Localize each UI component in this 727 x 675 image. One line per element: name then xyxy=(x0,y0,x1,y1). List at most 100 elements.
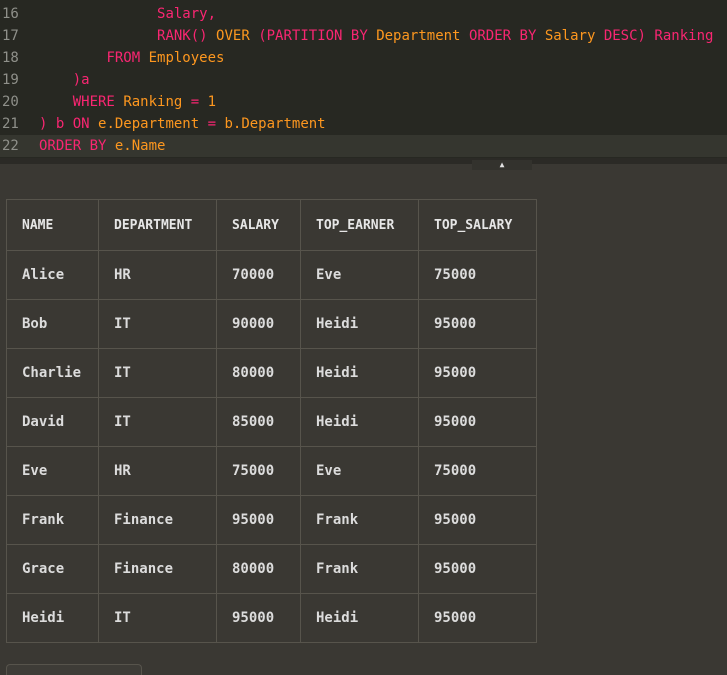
code-token: = xyxy=(199,116,225,132)
sql-editor[interactable]: 16 Salary, 17 RANK() OVER (PARTITION BY D… xyxy=(0,0,727,158)
cell-salary: 95000 xyxy=(216,495,301,545)
code-text: WHERE Ranking = 1 xyxy=(39,91,216,113)
table-header-row: NAME DEPARTMENT SALARY TOP_EARNER TOP_SA… xyxy=(6,199,537,251)
column-header-salary[interactable]: SALARY xyxy=(216,199,301,251)
code-text: Salary, xyxy=(39,3,216,25)
cell-top-earner: Heidi xyxy=(300,299,419,349)
code-text: )a xyxy=(39,69,90,91)
code-line[interactable]: 19 )a xyxy=(0,69,727,91)
cell-top-salary: 95000 xyxy=(418,495,537,545)
column-header-department[interactable]: DEPARTMENT xyxy=(98,199,217,251)
bottom-panel-tab[interactable] xyxy=(6,664,142,675)
code-token: ORDER BY xyxy=(468,28,537,44)
cell-salary: 70000 xyxy=(216,250,301,300)
cell-top-earner: Eve xyxy=(300,250,419,300)
cell-department: IT xyxy=(98,397,217,447)
cell-top-earner: Eve xyxy=(300,446,419,496)
cell-top-earner: Heidi xyxy=(300,348,419,398)
table-row[interactable]: Charlie IT 80000 Heidi 95000 xyxy=(6,348,537,398)
code-token: Ranking xyxy=(123,94,183,110)
cell-department: HR xyxy=(98,250,217,300)
code-token: RANK() xyxy=(157,28,208,44)
cell-department: HR xyxy=(98,446,217,496)
cell-department: IT xyxy=(98,299,217,349)
table-row[interactable]: Bob IT 90000 Heidi 95000 xyxy=(6,299,537,349)
cell-top-salary: 95000 xyxy=(418,544,537,594)
code-line[interactable]: 21 ) b ON e.Department = b.Department xyxy=(0,113,727,135)
code-line[interactable]: 17 RANK() OVER (PARTITION BY Department … xyxy=(0,25,727,47)
column-header-top-salary[interactable]: TOP_SALARY xyxy=(418,199,537,251)
table-row[interactable]: Frank Finance 95000 Frank 95000 xyxy=(6,495,537,545)
cell-name: Bob xyxy=(6,299,99,349)
code-token: Ranking xyxy=(654,28,714,44)
cell-name: Charlie xyxy=(6,348,99,398)
line-number: 17 xyxy=(2,28,19,44)
code-text: RANK() OVER (PARTITION BY Department ORD… xyxy=(39,25,713,47)
table-row[interactable]: David IT 85000 Heidi 95000 xyxy=(6,397,537,447)
cell-name: Eve xyxy=(6,446,99,496)
code-token: Department xyxy=(376,28,461,44)
cell-name: Frank xyxy=(6,495,99,545)
cell-department: Finance xyxy=(98,495,217,545)
cell-salary: 80000 xyxy=(216,348,301,398)
code-token: e.Name xyxy=(114,138,166,154)
cell-top-salary: 95000 xyxy=(418,348,537,398)
code-token: ORDER BY xyxy=(39,138,107,154)
editor-results-splitter[interactable] xyxy=(0,158,727,164)
code-line[interactable]: 16 Salary, xyxy=(0,3,727,25)
cell-top-salary: 95000 xyxy=(418,299,537,349)
code-token: DESC) xyxy=(603,28,646,44)
code-token: )a xyxy=(72,72,90,88)
table-row[interactable]: Alice HR 70000 Eve 75000 xyxy=(6,250,537,300)
code-token: ON xyxy=(72,116,90,132)
collapse-arrow-icon[interactable]: ▲ xyxy=(472,160,532,170)
line-number: 16 xyxy=(2,6,19,22)
line-number: 19 xyxy=(2,72,19,88)
cell-top-earner: Heidi xyxy=(300,397,419,447)
code-line[interactable]: 18 FROM Employees xyxy=(0,47,727,69)
table-row[interactable]: Eve HR 75000 Eve 75000 xyxy=(6,446,537,496)
code-text: ORDER BY e.Name xyxy=(39,135,165,157)
cell-salary: 90000 xyxy=(216,299,301,349)
table-row[interactable]: Heidi IT 95000 Heidi 95000 xyxy=(6,593,537,643)
cell-salary: 80000 xyxy=(216,544,301,594)
code-text: ) b ON e.Department = b.Department xyxy=(39,113,326,135)
line-number: 18 xyxy=(2,50,19,66)
cell-name: David xyxy=(6,397,99,447)
code-token: ) b xyxy=(39,116,73,132)
cell-name: Alice xyxy=(6,250,99,300)
cell-salary: 85000 xyxy=(216,397,301,447)
column-header-top-earner[interactable]: TOP_EARNER xyxy=(300,199,419,251)
code-token: WHERE xyxy=(72,94,115,110)
cell-name: Grace xyxy=(6,544,99,594)
code-line[interactable]: 20 WHERE Ranking = 1 xyxy=(0,91,727,113)
cell-department: IT xyxy=(98,593,217,643)
code-token: = xyxy=(182,94,208,110)
table-row[interactable]: Grace Finance 80000 Frank 95000 xyxy=(6,544,537,594)
line-number: 21 xyxy=(2,116,19,132)
code-token: OVER xyxy=(216,28,250,44)
cell-top-salary: 95000 xyxy=(418,593,537,643)
code-token: 1 xyxy=(207,94,217,110)
code-line[interactable]: 22 ORDER BY e.Name xyxy=(0,135,727,157)
cell-department: IT xyxy=(98,348,217,398)
column-header-name[interactable]: NAME xyxy=(6,199,99,251)
code-token: (PARTITION BY xyxy=(258,28,368,44)
code-token: e.Department xyxy=(98,116,200,132)
cell-top-salary: 75000 xyxy=(418,250,537,300)
cell-top-salary: 95000 xyxy=(418,397,537,447)
code-text: FROM Employees xyxy=(39,47,224,69)
code-token: b.Department xyxy=(224,116,326,132)
